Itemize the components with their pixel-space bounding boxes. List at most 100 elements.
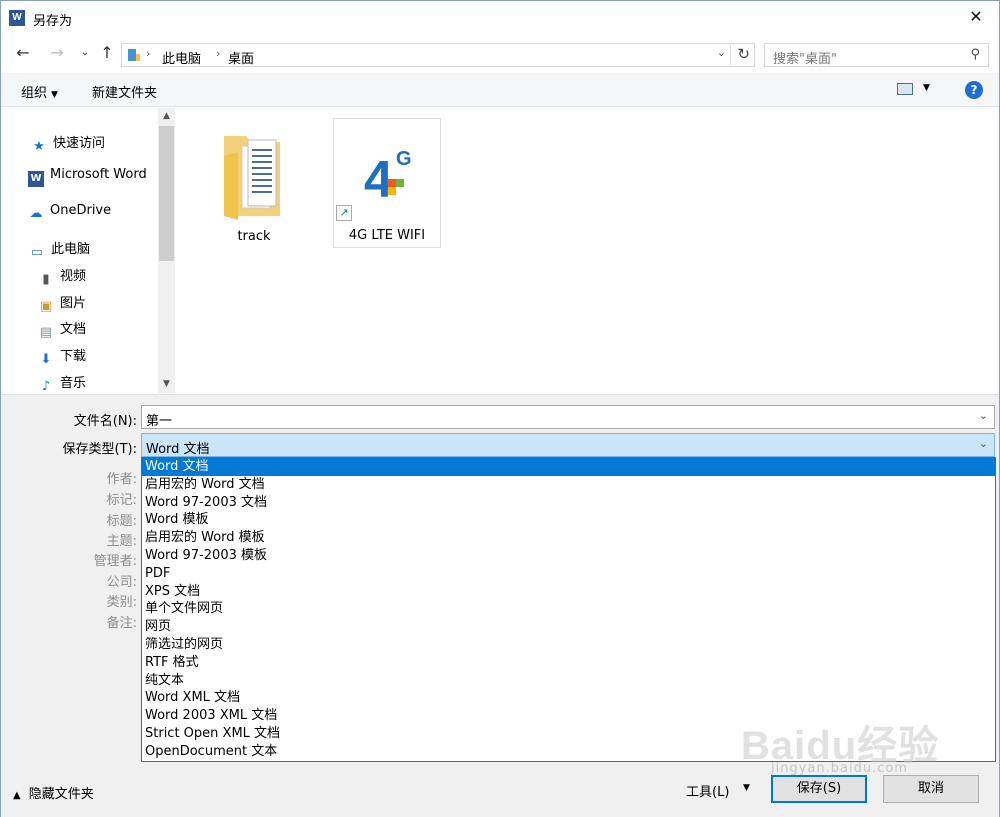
file-item-track[interactable]: track xyxy=(200,118,308,248)
file-name: 4G LTE WIFI xyxy=(348,228,426,243)
search-input[interactable]: 搜索"桌面" ⚲ xyxy=(764,43,989,67)
svg-text:G: G xyxy=(396,148,412,170)
breadcrumb-this-pc[interactable]: 此电脑 xyxy=(162,48,201,67)
download-folder-icon: ⬇ xyxy=(40,352,52,367)
search-icon[interactable]: ⚲ xyxy=(970,47,980,62)
sidebar-item-microsoft-word[interactable]: W Microsoft Word xyxy=(28,167,147,187)
filetype-option[interactable]: 启用宏的 Word 模板 xyxy=(142,529,995,547)
sidebar-item-quick-access[interactable]: ★ 快速访问 xyxy=(31,132,105,155)
picture-folder-icon: ▣ xyxy=(39,299,53,314)
back-arrow-icon[interactable]: ← xyxy=(13,43,33,63)
chevron-right-icon: › xyxy=(216,47,221,60)
company-label: 公司: xyxy=(106,575,137,590)
computer-icon: ▭ xyxy=(30,245,44,260)
navigation-pane: ★ 快速访问 W Microsoft Word ☁ OneDrive ▭ 此电脑 ▮ 视频… xyxy=(1,108,176,395)
filetype-label: 保存类型(T): xyxy=(62,442,137,457)
shortcut-arrow-icon: ↗ xyxy=(336,205,352,221)
nav-pane-scrollbar[interactable]: ▲ ▼ xyxy=(158,108,175,393)
file-list: track 4 G ↗ 4G LTE WIFI xyxy=(177,108,999,393)
cloud-icon: ☁ xyxy=(29,206,43,221)
up-arrow-icon[interactable]: ↑ xyxy=(97,43,117,63)
filetype-select[interactable]: Word 文档 ⌄ xyxy=(141,433,995,457)
filetype-option[interactable]: 单个文件网页 xyxy=(142,600,995,618)
chevron-right-icon: › xyxy=(146,47,151,60)
sidebar-item-label: 视频 xyxy=(60,269,87,284)
sidebar-item-pictures[interactable]: ▣ 图片 xyxy=(38,292,86,315)
cancel-button[interactable]: 取消 xyxy=(883,775,979,803)
filetype-option[interactable]: Word 文档 xyxy=(142,458,995,476)
author-label: 作者: xyxy=(106,472,137,487)
sidebar-item-label: 快速访问 xyxy=(53,136,106,151)
filename-label: 文件名(N): xyxy=(73,414,137,429)
address-bar[interactable]: › 此电脑 › 桌面 ⌄ ↻ xyxy=(121,43,755,67)
save-button[interactable]: 保存(S) xyxy=(771,775,867,803)
sidebar-item-label: 此电脑 xyxy=(51,242,91,257)
title-bar: W 另存为 ✕ xyxy=(1,1,999,35)
filetype-value: Word 文档 xyxy=(146,442,210,457)
sidebar-item-label: 图片 xyxy=(60,296,87,311)
caret-down-icon: ▼ xyxy=(51,90,58,100)
sidebar-item-videos[interactable]: ▮ 视频 xyxy=(38,265,86,288)
new-folder-button[interactable]: 新建文件夹 xyxy=(92,82,157,101)
save-as-dialog: W 另存为 ✕ ← → ⌄ ↑ › 此电脑 › 桌面 ⌄ ↻ 搜索"桌面" ⚲ … xyxy=(0,0,1000,817)
command-toolbar: 组织 ▼ 新建文件夹 ▼ ? xyxy=(1,73,999,107)
comments-label: 备注: xyxy=(106,616,137,631)
scroll-down-icon[interactable]: ▼ xyxy=(158,376,175,393)
filetype-option[interactable]: Word 97-2003 模板 xyxy=(142,547,995,565)
filename-field[interactable]: 第一 ⌄ xyxy=(141,405,995,429)
filetype-option[interactable]: 启用宏的 Word 文档 xyxy=(142,476,995,494)
filetype-option[interactable]: XPS 文档 xyxy=(142,583,995,601)
sidebar-item-label: 文档 xyxy=(60,322,87,337)
subject-label: 主题: xyxy=(106,534,137,549)
document-folder-icon: ▤ xyxy=(39,325,53,340)
computer-icon xyxy=(128,49,140,61)
chevron-down-icon[interactable]: ⌄ xyxy=(979,409,988,422)
sidebar-item-onedrive[interactable]: ☁ OneDrive xyxy=(28,203,112,222)
recent-locations-icon[interactable]: ⌄ xyxy=(75,43,95,63)
sidebar-item-label: 下载 xyxy=(60,349,87,364)
sidebar-item-label: OneDrive xyxy=(50,203,112,218)
filetype-option[interactable]: Word XML 文档 xyxy=(142,689,995,707)
tools-button[interactable]: 工具(L) xyxy=(686,781,729,800)
forward-arrow-icon[interactable]: → xyxy=(47,43,67,63)
caret-down-icon[interactable]: ▼ xyxy=(743,783,750,793)
caret-down-icon[interactable]: ▼ xyxy=(923,83,930,93)
file-name: track xyxy=(237,229,271,244)
filetype-option[interactable]: Word 97-2003 文档 xyxy=(142,494,995,512)
filetype-option[interactable]: RTF 格式 xyxy=(142,654,995,672)
sidebar-item-label: 音乐 xyxy=(60,376,87,391)
hide-folders-label: 隐藏文件夹 xyxy=(28,787,94,802)
organize-button[interactable]: 组织 ▼ xyxy=(21,82,58,101)
filetype-option[interactable]: 筛选过的网页 xyxy=(142,636,995,654)
video-folder-icon: ▮ xyxy=(42,272,50,287)
filetype-option[interactable]: PDF xyxy=(142,565,995,583)
window-title: 另存为 xyxy=(33,14,73,29)
chevron-down-icon[interactable]: ⌄ xyxy=(717,46,726,59)
breadcrumb-desktop[interactable]: 桌面 xyxy=(228,48,254,67)
sidebar-item-this-pc[interactable]: ▭ 此电脑 xyxy=(29,238,90,261)
caret-up-icon: ▲ xyxy=(13,790,21,801)
filename-value: 第一 xyxy=(146,414,173,429)
word-app-icon: W xyxy=(9,10,25,26)
category-label: 类别: xyxy=(106,595,137,610)
sidebar-item-music[interactable]: ♪ 音乐 xyxy=(38,372,86,395)
search-placeholder: 搜索"桌面" xyxy=(773,52,837,67)
close-button[interactable]: ✕ xyxy=(953,1,999,33)
view-options-icon[interactable] xyxy=(897,83,913,95)
scrollbar-thumb[interactable] xyxy=(159,126,174,261)
help-icon[interactable]: ? xyxy=(965,81,983,99)
sidebar-item-downloads[interactable]: ⬇ 下载 xyxy=(38,345,86,368)
chevron-down-icon[interactable]: ⌄ xyxy=(979,437,988,450)
file-item-4g-lte-wifi[interactable]: 4 G ↗ 4G LTE WIFI xyxy=(333,118,441,248)
filetype-option[interactable]: 纯文本 xyxy=(142,672,995,690)
filetype-option[interactable]: 网页 xyxy=(142,618,995,636)
refresh-icon[interactable]: ↻ xyxy=(730,45,750,65)
title-label: 标题: xyxy=(106,514,137,529)
hide-folders-button[interactable]: ▲ 隐藏文件夹 xyxy=(13,783,94,802)
sidebar-item-documents[interactable]: ▤ 文档 xyxy=(38,318,86,341)
filetype-option[interactable]: Word 模板 xyxy=(142,511,995,529)
scroll-up-icon[interactable]: ▲ xyxy=(158,108,175,125)
organize-label: 组织 xyxy=(21,86,48,101)
folder-icon xyxy=(224,136,280,220)
music-folder-icon: ♪ xyxy=(41,379,51,394)
